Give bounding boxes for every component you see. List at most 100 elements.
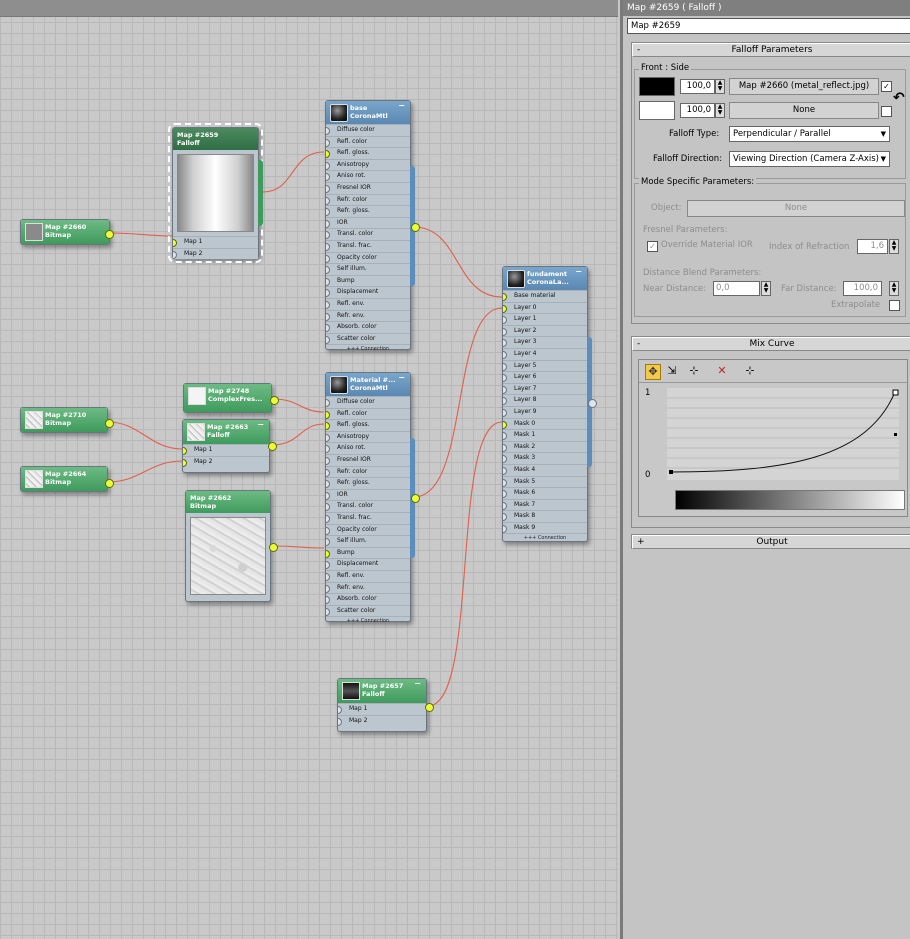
input-socket[interactable] — [326, 127, 330, 135]
input-slot[interactable]: Refl. env. — [326, 569, 410, 582]
side-color-swatch[interactable] — [639, 101, 675, 120]
input-slot[interactable]: IOR — [326, 488, 410, 501]
input-slot[interactable]: Opacity color — [326, 523, 410, 536]
input-socket[interactable] — [326, 266, 330, 275]
near-distance-spinner[interactable]: ▲ ▼ — [761, 281, 771, 296]
input-socket[interactable] — [503, 524, 507, 533]
input-slot[interactable]: Absorb. color — [326, 321, 410, 333]
node-header[interactable]: Map #2748 ComplexFres... — [184, 384, 271, 412]
input-socket[interactable] — [326, 150, 330, 159]
node-header[interactable]: Map #2664 Bitmap — [21, 467, 107, 491]
input-slot[interactable]: Anisotropy — [326, 430, 410, 443]
input-socket[interactable] — [326, 572, 330, 581]
rollout-header[interactable]: - Falloff Parameters — [632, 43, 910, 57]
input-slot[interactable]: Layer 2 — [503, 324, 587, 337]
input-slot[interactable]: Layer 9 — [503, 405, 587, 418]
collapse-toggle[interactable]: - — [637, 338, 640, 350]
move-point-icon[interactable]: ✥ — [645, 364, 661, 380]
input-slot[interactable]: Mask 3 — [503, 452, 587, 464]
input-slot[interactable]: Mask 0 — [503, 417, 587, 430]
node-base[interactable]: base CoronaMtl − Diffuse color Refl. colo… — [325, 100, 420, 352]
input-slot[interactable]: Layer 4 — [503, 347, 587, 360]
output-tab[interactable] — [258, 160, 263, 226]
input-socket[interactable] — [326, 138, 330, 147]
input-slot[interactable]: Layer 7 — [503, 382, 587, 395]
input-socket[interactable] — [173, 250, 177, 259]
input-socket[interactable] — [326, 231, 330, 240]
input-socket[interactable] — [326, 468, 330, 477]
insert-point-icon[interactable]: ⊹ — [687, 364, 701, 378]
input-slot[interactable]: Mask 9 — [503, 521, 587, 534]
output-socket[interactable] — [588, 399, 597, 408]
input-slot[interactable]: Mask 2 — [503, 440, 587, 453]
front-map-checkbox[interactable]: ✓ — [881, 81, 892, 92]
input-socket[interactable] — [503, 455, 507, 464]
input-slot[interactable]: Map 1 — [173, 236, 258, 248]
node-header[interactable]: fundament CoronaLa... − — [503, 267, 587, 290]
input-socket[interactable] — [326, 456, 330, 465]
input-slot[interactable]: Refr. gloss. — [326, 205, 410, 217]
collapse-icon[interactable]: − — [398, 102, 405, 110]
input-slot[interactable]: Transl. color — [326, 228, 410, 240]
ior-spinner[interactable]: ▲ ▼ — [889, 239, 899, 254]
input-slot[interactable]: Map 1 — [183, 444, 269, 456]
input-slot[interactable]: Self illum. — [326, 535, 410, 547]
input-slot[interactable]: Map 2 — [183, 455, 269, 468]
input-slot[interactable]: Mask 6 — [503, 487, 587, 499]
expand-toggle[interactable]: + — [637, 536, 645, 548]
near-distance-field[interactable]: 0,0 — [713, 281, 760, 296]
input-socket[interactable] — [326, 410, 330, 419]
input-slot[interactable]: Map 2 — [173, 247, 258, 260]
node-header[interactable]: base CoronaMtl − — [326, 101, 410, 124]
input-slot[interactable]: Refl. env. — [326, 297, 410, 310]
input-slot[interactable]: Anisotropy — [326, 158, 410, 171]
node-header[interactable]: Map #2659 Falloff — [173, 128, 258, 150]
object-pick-button[interactable]: None — [687, 200, 905, 217]
input-socket[interactable] — [503, 466, 507, 475]
node-map2659[interactable]: Map #2659 Falloff Map 1 Map 2 — [168, 123, 263, 263]
input-socket[interactable] — [326, 503, 330, 512]
input-slot[interactable]: Scatter color — [326, 332, 410, 345]
input-slot[interactable]: Diffuse color — [326, 396, 410, 408]
input-slot[interactable]: Layer 8 — [503, 394, 587, 406]
input-slot[interactable]: Refr. env. — [326, 309, 410, 322]
node-header[interactable]: Map #2662 Bitmap — [186, 491, 270, 513]
input-slot[interactable]: Mask 8 — [503, 510, 587, 522]
swap-colors-icon[interactable]: ↶ — [893, 90, 905, 106]
collapse-icon[interactable]: − — [257, 421, 264, 429]
input-socket[interactable] — [326, 335, 330, 344]
rollout-header[interactable]: - Mix Curve — [632, 337, 910, 351]
input-socket[interactable] — [503, 293, 507, 301]
input-slot[interactable]: Mask 4 — [503, 463, 587, 476]
more-connections[interactable]: +++ Connection — [326, 344, 410, 354]
node-header[interactable]: Material #... CoronaMtl − — [326, 373, 410, 396]
output-socket[interactable] — [269, 543, 278, 552]
reset-curve-icon[interactable]: ⊹ — [743, 364, 757, 378]
input-socket[interactable] — [326, 422, 330, 431]
side-amount-spinner[interactable]: ▲ ▼ — [715, 103, 725, 118]
front-amount-field[interactable]: 100,0 — [680, 79, 715, 94]
input-socket[interactable] — [503, 316, 507, 325]
input-socket[interactable] — [326, 300, 330, 309]
input-socket[interactable] — [503, 397, 507, 406]
input-slot[interactable]: Refr. env. — [326, 581, 410, 594]
override-ior-checkbox[interactable]: ✓ — [647, 241, 658, 252]
input-slot[interactable]: Opacity color — [326, 251, 410, 264]
input-socket[interactable] — [503, 374, 507, 383]
input-slot[interactable]: Map 2 — [338, 714, 426, 727]
collapse-icon[interactable]: − — [414, 680, 421, 688]
output-socket[interactable] — [411, 494, 420, 503]
scale-point-icon[interactable]: ⇲ — [665, 364, 679, 378]
input-slot[interactable]: Base material — [503, 290, 587, 302]
input-slot[interactable]: Displacement — [326, 286, 410, 298]
input-slot[interactable]: Mask 1 — [503, 429, 587, 441]
front-map-button[interactable]: Map #2660 (metal_reflect.jpg) — [729, 78, 879, 95]
output-socket[interactable] — [105, 479, 114, 488]
input-socket[interactable] — [326, 277, 330, 286]
input-socket[interactable] — [326, 254, 330, 263]
front-amount-spinner[interactable]: ▲ ▼ — [715, 79, 725, 94]
collapse-toggle[interactable]: - — [637, 44, 640, 56]
node-map2748[interactable]: Map #2748 ComplexFres... — [183, 383, 279, 413]
input-socket[interactable] — [503, 501, 507, 510]
input-slot[interactable]: Mask 7 — [503, 498, 587, 511]
